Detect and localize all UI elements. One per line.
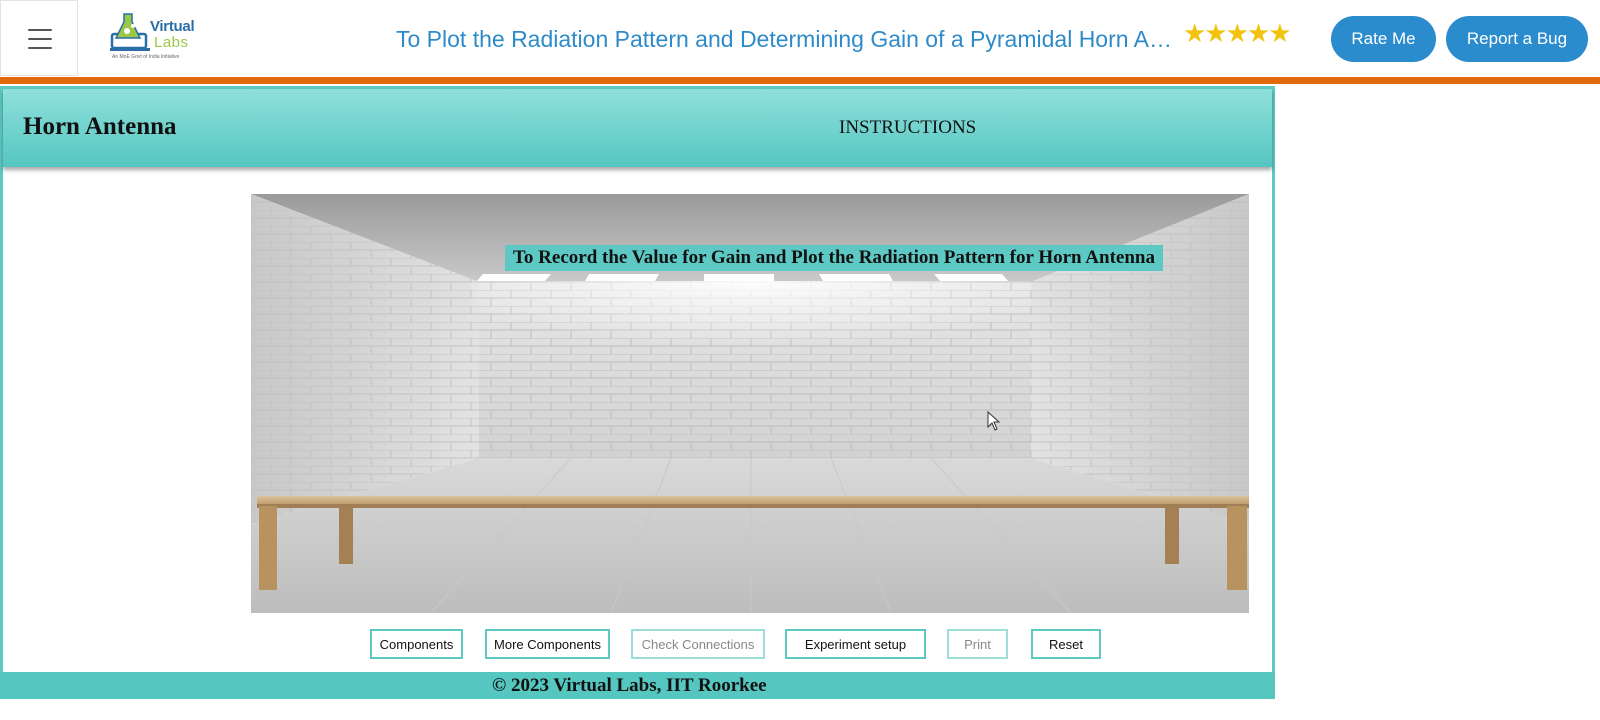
- logo-text-virtual: Virtual: [150, 18, 195, 35]
- reset-button[interactable]: Reset: [1031, 629, 1101, 659]
- components-button[interactable]: Components: [370, 629, 463, 659]
- simulation-panel: Horn Antenna INSTRUCTIONS To Record the …: [0, 86, 1275, 699]
- virtual-labs-logo[interactable]: Virtual Labs An MoE Govt of India Initia…: [108, 12, 200, 64]
- scene-caption: To Record the Value for Gain and Plot th…: [505, 245, 1163, 271]
- header-divider: [0, 77, 1600, 84]
- panel-title: Horn Antenna: [23, 113, 177, 140]
- experiment-title: To Plot the Radiation Pattern and Determ…: [396, 26, 1180, 52]
- footer-bar: © 2023 Virtual Labs, IIT Roorkee: [0, 672, 1275, 699]
- rating-stars-icon: ★★★★★: [1183, 18, 1292, 48]
- top-navbar: Virtual Labs An MoE Govt of India Initia…: [0, 0, 1600, 78]
- print-button[interactable]: Print: [947, 629, 1008, 659]
- panel-header: Horn Antenna INSTRUCTIONS: [3, 89, 1272, 167]
- more-components-button[interactable]: More Components: [485, 629, 610, 659]
- experiment-setup-button[interactable]: Experiment setup: [785, 629, 926, 659]
- mouse-pointer-icon: [987, 411, 1001, 431]
- instructions-link[interactable]: INSTRUCTIONS: [839, 117, 976, 139]
- check-connections-button[interactable]: Check Connections: [631, 629, 765, 659]
- flask-logo-icon: [110, 13, 150, 51]
- lab-scene[interactable]: To Record the Value for Gain and Plot th…: [251, 194, 1249, 613]
- hamburger-menu-icon[interactable]: [0, 0, 78, 76]
- logo-tagline: An MoE Govt of India Initiative: [112, 54, 180, 60]
- copyright-text: © 2023 Virtual Labs, IIT Roorkee: [492, 675, 767, 696]
- logo-text-labs: Labs: [154, 34, 189, 51]
- rate-me-button[interactable]: Rate Me: [1331, 16, 1436, 62]
- report-bug-button[interactable]: Report a Bug: [1446, 16, 1588, 62]
